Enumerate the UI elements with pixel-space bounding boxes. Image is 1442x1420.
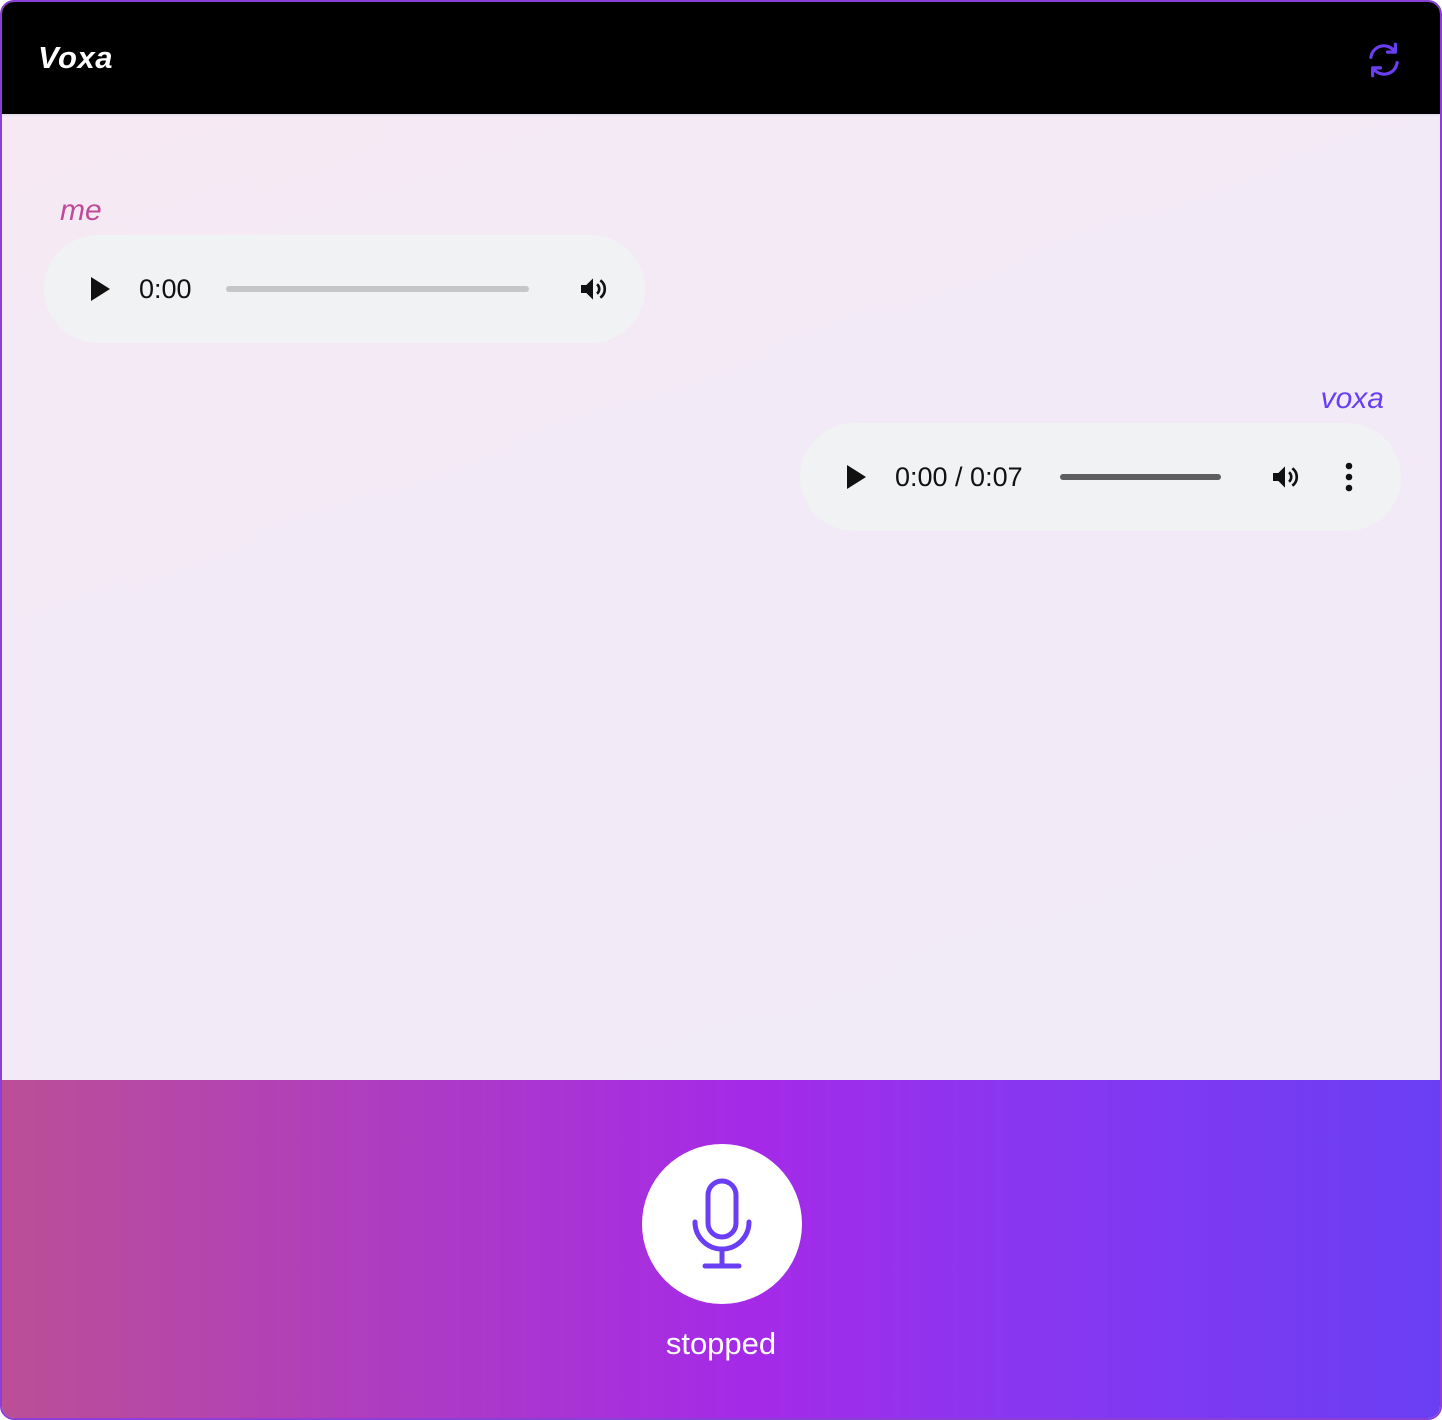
audio-progress-track[interactable] [226, 286, 529, 292]
play-icon [847, 465, 866, 489]
microphone-icon [692, 1178, 752, 1269]
voxa-app: Voxa me 0:00 voxa 0:00 / 0:07 stopped [0, 0, 1442, 1420]
refresh-icon [1369, 42, 1399, 78]
audio-time: 0:00 / 0:07 [895, 461, 1023, 492]
recorder-footer: stopped [2, 1080, 1440, 1418]
refresh-button[interactable] [1362, 38, 1406, 82]
app-title: Voxa [38, 40, 113, 75]
audio-player-me: 0:00 [44, 235, 645, 343]
speaker-label-me: me [60, 194, 102, 227]
speaker-label-voxa: voxa [1320, 382, 1384, 415]
audio-time: 0:00 [139, 273, 192, 304]
app-header: Voxa [2, 2, 1440, 116]
recording-status: stopped [665, 1326, 777, 1361]
volume-icon [1273, 466, 1299, 488]
volume-button[interactable] [1264, 457, 1306, 497]
volume-button[interactable] [572, 269, 614, 309]
volume-icon [581, 278, 607, 300]
audio-player-voxa: 0:00 / 0:07 [800, 423, 1401, 531]
more-options-icon [1345, 462, 1353, 492]
play-button[interactable] [836, 457, 876, 497]
more-options-button[interactable] [1334, 457, 1364, 497]
record-button[interactable] [642, 1144, 802, 1304]
play-button[interactable] [80, 269, 120, 309]
conversation-area: me 0:00 voxa 0:00 / 0:07 [2, 116, 1440, 1080]
play-icon [91, 277, 110, 301]
audio-progress-track[interactable] [1060, 474, 1221, 480]
